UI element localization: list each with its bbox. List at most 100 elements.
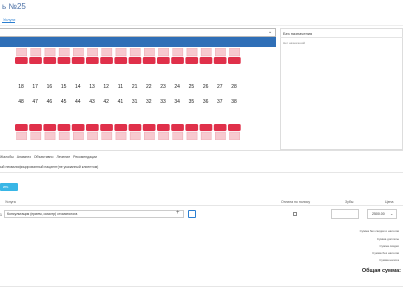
- upper-tooth[interactable]: [128, 48, 142, 64]
- upper-tooth-root: [101, 48, 113, 57]
- upper-tooth-number[interactable]: 21: [129, 84, 141, 90]
- lower-tooth-crown: [213, 124, 227, 131]
- upper-tooth-crown: [86, 57, 99, 64]
- lower-tooth[interactable]: [213, 124, 227, 140]
- lower-tooth[interactable]: [86, 124, 99, 140]
- upper-tooth[interactable]: [171, 48, 184, 64]
- upper-tooth[interactable]: [57, 48, 71, 64]
- lower-tooth[interactable]: [228, 124, 241, 140]
- calendar-icon[interactable]: [188, 210, 196, 218]
- lower-tooth-number[interactable]: 33: [157, 99, 169, 105]
- divider: [0, 286, 403, 287]
- upper-tooth[interactable]: [142, 48, 156, 64]
- upper-tooth-number[interactable]: 12: [100, 84, 112, 90]
- subtab[interactable]: Объективно: [34, 155, 54, 159]
- upper-tooth-number[interactable]: 11: [114, 84, 126, 90]
- lower-tooth-number[interactable]: 46: [43, 99, 55, 105]
- upper-tooth-root: [30, 48, 42, 57]
- chevron-down-icon[interactable]: ⌄: [268, 29, 272, 35]
- upper-tooth-number[interactable]: 28: [228, 84, 240, 90]
- upper-tooth[interactable]: [29, 48, 42, 64]
- upper-tooth-number[interactable]: 26: [200, 84, 212, 90]
- upper-tooth-number[interactable]: 14: [72, 84, 84, 90]
- patient-description: ый неквалифицированный пациент(не указан…: [0, 165, 99, 169]
- lower-tooth-root: [101, 131, 113, 140]
- upper-tooth-number[interactable]: 22: [143, 84, 155, 90]
- policy-checkbox[interactable]: [293, 212, 297, 216]
- lower-tooth[interactable]: [128, 124, 142, 140]
- upper-tooth[interactable]: [185, 48, 199, 64]
- lower-tooth[interactable]: [29, 124, 42, 140]
- lower-tooth[interactable]: [15, 124, 28, 140]
- subtab[interactable]: Лечение: [56, 155, 70, 159]
- lower-tooth-number[interactable]: 42: [100, 99, 112, 105]
- upper-tooth-root: [172, 48, 184, 57]
- upper-tooth[interactable]: [43, 48, 57, 64]
- upper-tooth-number[interactable]: 17: [29, 84, 41, 90]
- lower-tooth-number[interactable]: 31: [129, 99, 141, 105]
- lower-teeth-svg[interactable]: [14, 122, 242, 140]
- assignments-panel: [280, 28, 403, 150]
- upper-tooth[interactable]: [100, 48, 113, 64]
- chevron-down-icon[interactable]: ⌄: [390, 211, 393, 216]
- upper-tooth-number[interactable]: 23: [157, 84, 169, 90]
- lower-tooth[interactable]: [157, 124, 170, 140]
- upper-tooth[interactable]: [15, 48, 28, 64]
- lower-tooth-number[interactable]: 48: [15, 99, 27, 105]
- lower-tooth-number[interactable]: 38: [228, 99, 240, 105]
- lower-tooth-number[interactable]: 37: [214, 99, 226, 105]
- upper-tooth-number[interactable]: 13: [86, 84, 98, 90]
- lower-tooth[interactable]: [100, 124, 113, 140]
- upper-tooth-number[interactable]: 27: [214, 84, 226, 90]
- lower-tooth[interactable]: [43, 124, 57, 140]
- upper-tooth[interactable]: [213, 48, 227, 64]
- upper-tooth-numbers: 18 17 16 15 14 13 12 11 21 22 23 24 25 26 27 28: [14, 84, 242, 92]
- lower-tooth-number[interactable]: 45: [58, 99, 70, 105]
- subtab[interactable]: Анамнез: [17, 155, 31, 159]
- subtab[interactable]: Жалобы: [0, 155, 14, 159]
- upper-tooth[interactable]: [199, 48, 213, 64]
- service-value: Консультация (прием, осмотр) стоматолога: [7, 212, 78, 216]
- lower-tooth[interactable]: [171, 124, 184, 140]
- lower-tooth[interactable]: [57, 124, 71, 140]
- upper-tooth[interactable]: [71, 48, 85, 64]
- upper-tooth-number[interactable]: 25: [185, 84, 197, 90]
- lower-tooth-number[interactable]: 34: [171, 99, 183, 105]
- upper-tooth[interactable]: [228, 48, 241, 64]
- upper-teeth-svg[interactable]: [14, 48, 242, 66]
- upper-tooth-number[interactable]: 18: [15, 84, 27, 90]
- lower-tooth[interactable]: [185, 124, 199, 140]
- lower-tooth-number[interactable]: 43: [86, 99, 98, 105]
- upper-tooth[interactable]: [86, 48, 99, 64]
- upper-tooth[interactable]: [114, 48, 128, 64]
- teeth-input[interactable]: [331, 209, 359, 219]
- lower-tooth-number[interactable]: 32: [143, 99, 155, 105]
- upper-teeth-chart[interactable]: [14, 48, 242, 66]
- price-value: 2500.00: [372, 212, 385, 216]
- upper-tooth-number[interactable]: 16: [43, 84, 55, 90]
- summary-line: Сумма скидки: [379, 244, 400, 248]
- lower-teeth-chart[interactable]: [14, 122, 242, 140]
- subtab[interactable]: Рекомендации: [73, 155, 97, 159]
- lower-tooth-number[interactable]: 44: [72, 99, 84, 105]
- lower-tooth-number[interactable]: 36: [200, 99, 212, 105]
- plus-icon[interactable]: +: [176, 210, 180, 216]
- lower-tooth[interactable]: [142, 124, 156, 140]
- lower-tooth-number[interactable]: 35: [185, 99, 197, 105]
- upper-tooth-root: [215, 48, 226, 57]
- lower-tooth-root: [115, 131, 127, 140]
- lower-tooth[interactable]: [71, 124, 85, 140]
- upper-tooth-number[interactable]: 15: [58, 84, 70, 90]
- upper-tooth-root: [129, 48, 141, 57]
- lower-tooth[interactable]: [114, 124, 128, 140]
- upper-tooth-number[interactable]: 24: [171, 84, 183, 90]
- diagnosis-select[interactable]: [0, 28, 276, 37]
- lower-tooth[interactable]: [199, 124, 213, 140]
- divider: [0, 150, 403, 151]
- dropdown-highlight-option[interactable]: [0, 37, 276, 47]
- upper-tooth[interactable]: [157, 48, 170, 64]
- add-services-button[interactable]: ить Услуги: [0, 183, 18, 197]
- lower-tooth-number[interactable]: 47: [29, 99, 41, 105]
- divider: [0, 172, 403, 173]
- lower-tooth-number[interactable]: 41: [114, 99, 126, 105]
